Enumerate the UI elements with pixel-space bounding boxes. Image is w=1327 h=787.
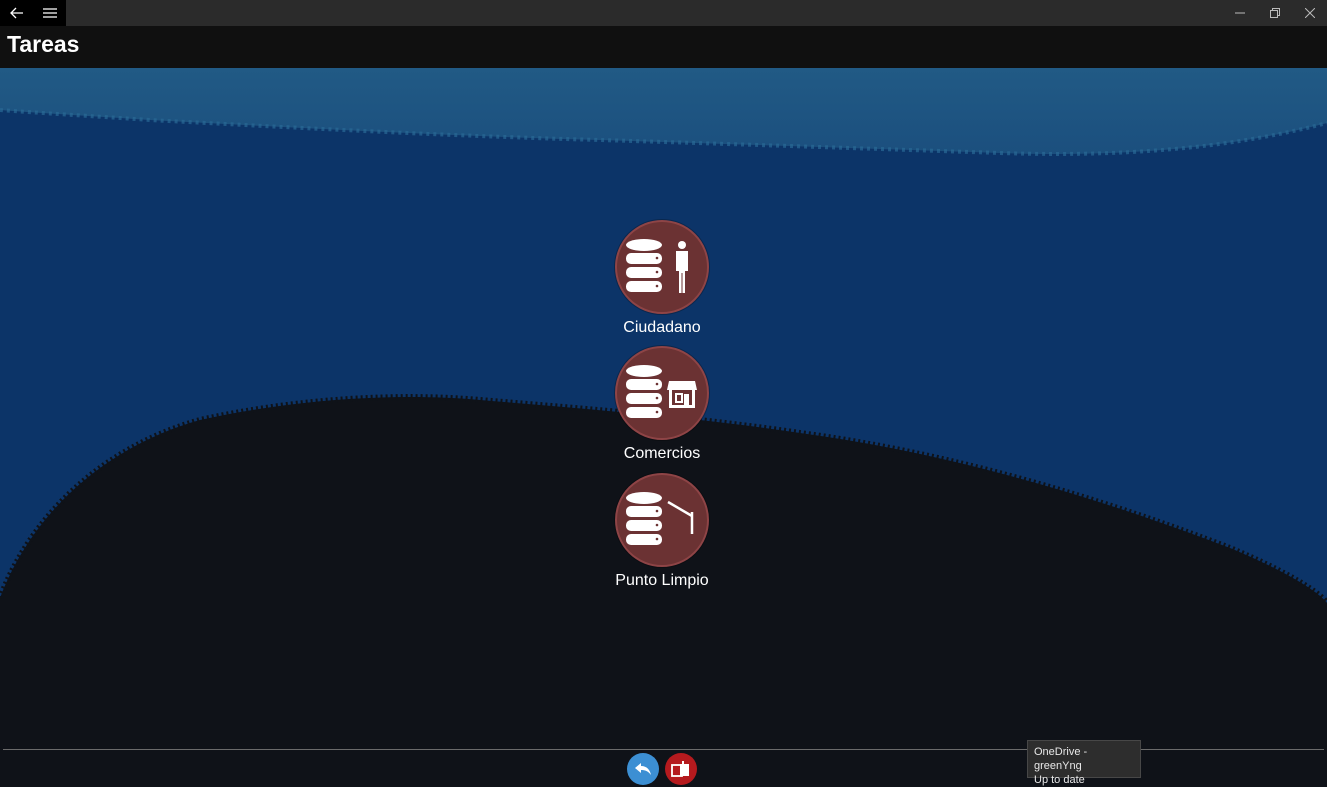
database-barrier-icon bbox=[626, 492, 694, 545]
restore-button[interactable] bbox=[1257, 0, 1292, 26]
hamburger-menu-icon bbox=[42, 8, 57, 18]
reply-back-button[interactable] bbox=[627, 753, 659, 785]
exit-button[interactable] bbox=[665, 753, 697, 785]
window-controls bbox=[1222, 0, 1327, 26]
tooltip-status: Up to date bbox=[1034, 774, 1085, 786]
database-store-icon bbox=[626, 365, 697, 418]
close-icon bbox=[1304, 8, 1315, 18]
minimize-button[interactable] bbox=[1222, 0, 1257, 26]
task-icon-circle bbox=[615, 473, 709, 567]
onedrive-tooltip: OneDrive - greenYng Up to date bbox=[1027, 740, 1141, 786]
tooltip-title: OneDrive - greenYng bbox=[1034, 746, 1088, 772]
task-ciudadano[interactable]: Ciudadano bbox=[602, 220, 722, 337]
exit-door-icon bbox=[671, 761, 689, 777]
task-punto-limpio[interactable]: Punto Limpio bbox=[602, 473, 722, 590]
task-icon-circle bbox=[615, 220, 709, 314]
close-button[interactable] bbox=[1292, 0, 1327, 26]
hamburger-menu-button[interactable] bbox=[33, 0, 66, 26]
back-button[interactable] bbox=[0, 0, 33, 26]
page-header: Tareas bbox=[0, 26, 1327, 68]
content-area: Ciudadano Comercios Punto Limpio bbox=[0, 68, 1327, 750]
reply-arrow-icon bbox=[635, 763, 651, 775]
task-comercios[interactable]: Comercios bbox=[602, 346, 722, 463]
task-label: Ciudadano bbox=[623, 319, 701, 336]
minimize-icon bbox=[1234, 12, 1245, 14]
database-person-icon bbox=[626, 239, 688, 293]
task-label: Comercios bbox=[623, 445, 701, 462]
title-bar bbox=[0, 0, 1327, 26]
title-bar-nav bbox=[0, 0, 66, 26]
task-label: Punto Limpio bbox=[615, 572, 709, 589]
arrow-left-icon bbox=[9, 7, 23, 19]
page-title: Tareas bbox=[7, 31, 80, 57]
task-icon-circle bbox=[615, 346, 709, 440]
restore-icon bbox=[1269, 8, 1280, 18]
